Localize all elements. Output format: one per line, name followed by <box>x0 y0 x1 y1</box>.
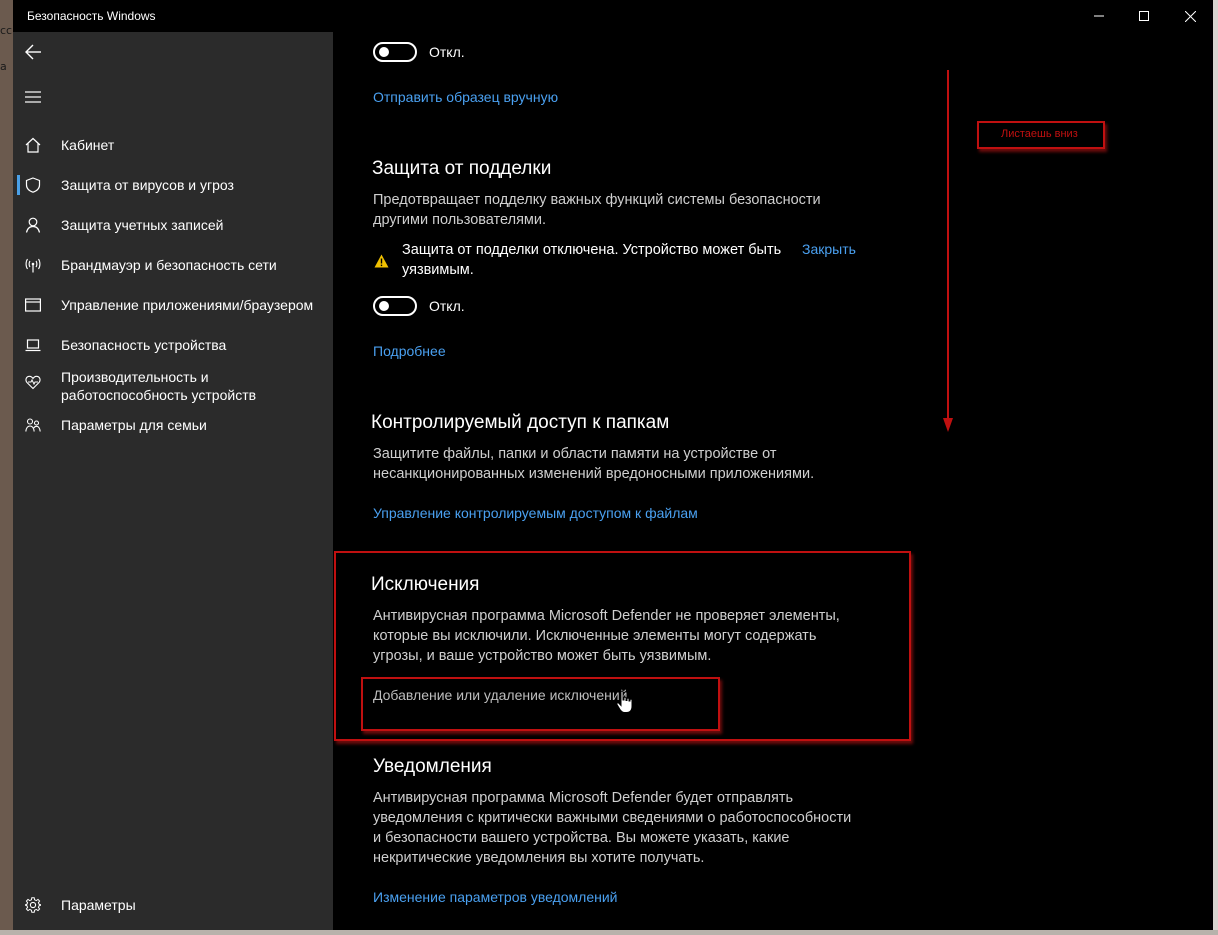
toggle-knob <box>379 301 389 311</box>
sidebar-item-label: Безопасность устройства <box>61 337 227 353</box>
toggle-state-label: Откл. <box>429 44 465 60</box>
background-app-strip: сс а <box>0 0 13 935</box>
scroll-annotation-box: Листаешь вниз <box>977 121 1105 149</box>
add-exclusions-highlight-box <box>361 677 720 731</box>
laptop-icon <box>25 339 41 352</box>
sidebar-item-label: Кабинет <box>61 137 115 153</box>
background-app-strip-right <box>1213 0 1218 935</box>
sidebar-item-family-options[interactable]: Параметры для семьи <box>13 405 333 445</box>
notifications-description: Антивирусная программа Microsoft Defende… <box>373 790 852 866</box>
minimize-button[interactable] <box>1076 0 1122 32</box>
sidebar-item-settings[interactable]: Параметры <box>13 885 333 925</box>
windows-security-window: Безопасность Windows Кабинет Защита от в… <box>13 0 1213 930</box>
warning-icon <box>374 254 389 268</box>
sidebar-item-account-protection[interactable]: Защита учетных записей <box>13 205 333 245</box>
title-bar: Безопасность Windows <box>13 0 1213 32</box>
sidebar-item-virus-protection[interactable]: Защита от вирусов и угроз <box>13 165 333 205</box>
tamper-description: Предотвращает подделку важных функций си… <box>373 192 821 228</box>
section-title-tamper: Защита от подделки <box>372 158 552 179</box>
maximize-button[interactable] <box>1121 0 1167 32</box>
gear-icon <box>25 897 41 913</box>
dismiss-warning-link[interactable]: Закрыть <box>802 241 856 257</box>
manage-folder-access-link[interactable]: Управление контролируемым доступом к фай… <box>373 505 698 521</box>
hamburger-menu-button[interactable] <box>25 89 41 105</box>
background-text-fragment: а <box>0 60 7 73</box>
window-title: Безопасность Windows <box>27 9 156 23</box>
app-window-icon <box>25 298 41 312</box>
close-button[interactable] <box>1167 0 1213 32</box>
sidebar-item-home[interactable]: Кабинет <box>13 125 333 165</box>
wireless-icon <box>25 258 41 273</box>
sidebar-item-device-security[interactable]: Безопасность устройства <box>13 325 333 365</box>
tamper-warning-line1: Защита от подделки отключена. Устройство… <box>402 242 782 258</box>
sidebar-item-label: Брандмауэр и безопасность сети <box>61 257 277 273</box>
sidebar-item-label: Параметры для семьи <box>61 417 207 433</box>
section-title-notifications: Уведомления <box>373 756 492 777</box>
maximize-icon <box>1139 11 1149 21</box>
family-icon <box>25 418 41 432</box>
sidebar-item-app-browser-control[interactable]: Управление приложениями/браузером <box>13 285 333 325</box>
back-button[interactable] <box>25 44 41 60</box>
tamper-warning-line2: уязвимым. <box>402 262 474 278</box>
navigation-sidebar: Кабинет Защита от вирусов и угроз Защита… <box>13 32 333 930</box>
sidebar-item-label: Защита от вирусов и угроз <box>61 177 234 193</box>
minimize-icon <box>1094 15 1104 17</box>
folder-access-description: Защитите файлы, папки и области памяти н… <box>373 446 815 482</box>
submit-sample-link[interactable]: Отправить образец вручную <box>373 89 558 105</box>
tamper-protection-toggle[interactable] <box>373 296 417 316</box>
close-icon <box>1184 10 1196 22</box>
home-icon <box>25 137 41 153</box>
hamburger-menu-icon <box>25 91 41 103</box>
person-icon <box>25 217 41 233</box>
sidebar-item-label: Параметры <box>61 897 136 913</box>
background-app-strip-bottom <box>0 930 1218 935</box>
scroll-annotation-label: Листаешь вниз <box>1001 128 1078 140</box>
background-text-fragment: сс <box>0 24 13 37</box>
sidebar-item-label: Защита учетных записей <box>61 217 224 233</box>
heart-pulse-icon <box>25 375 41 390</box>
section-title-folder-access: Контролируемый доступ к папкам <box>371 412 670 433</box>
learn-more-link[interactable]: Подробнее <box>373 343 446 359</box>
change-notification-settings-link[interactable]: Изменение параметров уведомлений <box>373 889 618 905</box>
toggle-state-label: Откл. <box>429 298 465 314</box>
main-content: Откл. Отправить образец вручную Защита о… <box>333 32 1213 930</box>
sidebar-item-firewall[interactable]: Брандмауэр и безопасность сети <box>13 245 333 285</box>
sidebar-item-label: Управление приложениями/браузером <box>61 297 314 313</box>
shield-icon <box>25 177 41 193</box>
sidebar-item-label: Производительность и работоспособность у… <box>61 369 257 403</box>
scroll-down-arrow <box>943 70 953 432</box>
real-time-toggle[interactable] <box>373 42 417 62</box>
toggle-knob <box>379 47 389 57</box>
back-arrow-icon <box>25 44 41 60</box>
